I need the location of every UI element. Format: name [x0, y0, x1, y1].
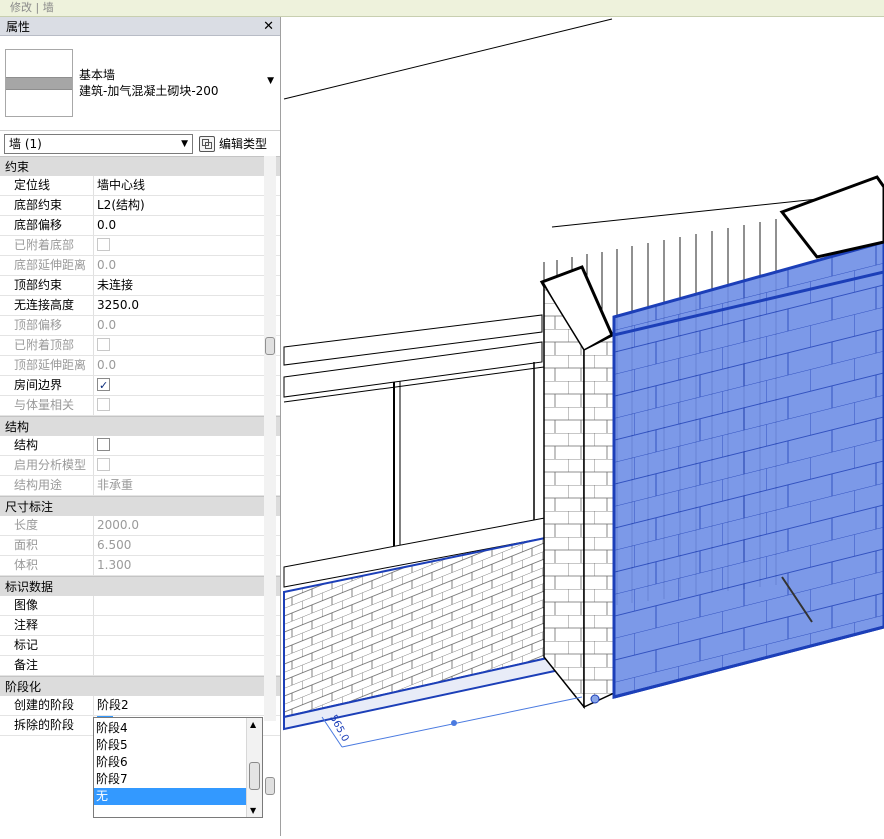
room-bounding-checkbox[interactable]: [97, 376, 110, 395]
prop-top-extension: 顶部延伸距离 0.0: [0, 356, 280, 376]
type-family: 基本墙: [79, 68, 116, 82]
3d-viewport[interactable]: 565.0: [282, 17, 884, 836]
group-identity[interactable]: 标识数据 ⌃: [0, 576, 280, 596]
close-icon[interactable]: ✕: [263, 19, 274, 34]
prop-base-constraint: 底部约束 L2(结构): [0, 196, 280, 216]
top-attached-checkbox: [97, 338, 110, 351]
panel-title: 属性: [6, 19, 31, 34]
prop-volume: 体积 1.300: [0, 556, 280, 576]
base-attached-checkbox: [97, 238, 110, 251]
dropdown-option-selected[interactable]: 无: [94, 788, 246, 805]
type-selector[interactable]: 基本墙 建筑-加气混凝土砌块-200 ▼: [0, 36, 280, 131]
group-constraints[interactable]: 约束 ⌃: [0, 156, 280, 176]
context-breadcrumb: 修改 | 墙: [0, 0, 884, 17]
prop-unconnected-height: 无连接高度 3250.0: [0, 296, 280, 316]
prop-image: 图像: [0, 596, 280, 616]
group-phasing[interactable]: 阶段化 ⌃: [0, 676, 280, 696]
dropdown-option[interactable]: 阶段6: [94, 754, 246, 771]
prop-room-bounding: 房间边界: [0, 376, 280, 396]
group-label: 阶段化: [5, 680, 42, 694]
prop-base-offset: 底部偏移 0.0: [0, 216, 280, 236]
prop-top-offset: 顶部偏移 0.0: [0, 316, 280, 336]
prop-related-mass: 与体量相关: [0, 396, 280, 416]
group-dimensions[interactable]: 尺寸标注 ⌃: [0, 496, 280, 516]
group-structure[interactable]: 结构 ⌃: [0, 416, 280, 436]
prop-area: 面积 6.500: [0, 536, 280, 556]
prop-analytical-model: 启用分析模型: [0, 456, 280, 476]
prop-mark: 标记: [0, 636, 280, 656]
prop-phase-created: 创建的阶段 阶段2: [0, 696, 280, 716]
type-name: 建筑-加气混凝土砌块-200: [79, 84, 219, 98]
instance-filter-select[interactable]: 墙 (1) ▼: [4, 133, 193, 154]
scroll-up-icon[interactable]: ▲: [250, 720, 256, 729]
group-label: 标识数据: [5, 580, 54, 594]
scroll-down-icon[interactable]: ▼: [250, 806, 256, 815]
chevron-down-icon[interactable]: ▼: [267, 76, 274, 86]
prop-location-line: 定位线 墙中心线: [0, 176, 280, 196]
dropdown-option[interactable]: 阶段5: [94, 737, 246, 754]
instance-filter-value: 墙 (1): [9, 137, 42, 151]
property-grid: 约束 ⌃ 定位线墙中心线 底部约束L2(结构) 底部偏移0.0 已附着底部 底部…: [0, 156, 280, 795]
prop-structural-usage: 结构用途 非承重: [0, 476, 280, 496]
prop-length: 长度 2000.0: [0, 516, 280, 536]
properties-panel: 属性 ✕ 基本墙 建筑-加气混凝土砌块-200 ▼ 墙 (1) ▼ 编辑类型 约…: [0, 17, 281, 836]
dropdown-scroll-thumb[interactable]: [249, 762, 260, 790]
scroll-thumb[interactable]: [265, 337, 275, 355]
prop-notes: 备注: [0, 656, 280, 676]
prop-top-constraint: 顶部约束 未连接: [0, 276, 280, 296]
prop-base-attached: 已附着底部: [0, 236, 280, 256]
scroll-thumb[interactable]: [265, 777, 275, 795]
dropdown-option[interactable]: 阶段7: [94, 771, 246, 788]
wall-3d-view[interactable]: 565.0: [282, 17, 884, 836]
properties-header: 属性 ✕: [0, 17, 280, 36]
group-label: 尺寸标注: [5, 500, 54, 514]
prop-comments: 注释: [0, 616, 280, 636]
wall-type-thumbnail: [5, 49, 73, 117]
prop-top-attached: 已附着顶部: [0, 336, 280, 356]
property-scrollbar[interactable]: [264, 156, 276, 795]
prop-base-extension: 底部延伸距离 0.0: [0, 256, 280, 276]
related-mass-checkbox: [97, 398, 110, 411]
edit-type-icon: [199, 135, 215, 152]
group-label: 结构: [5, 420, 30, 434]
structural-checkbox[interactable]: [97, 438, 110, 451]
edit-type-button[interactable]: 编辑类型: [199, 135, 267, 152]
phase-dropdown-list[interactable]: 阶段4 阶段5 阶段6 阶段7 无 ▲ ▼: [93, 717, 263, 818]
analytical-checkbox: [97, 458, 110, 471]
chevron-down-icon: ▼: [181, 138, 188, 149]
dimension-label[interactable]: 565.0: [327, 713, 350, 743]
edit-type-label: 编辑类型: [219, 137, 268, 151]
dropdown-option[interactable]: 阶段4: [94, 720, 246, 737]
group-label: 约束: [5, 160, 30, 174]
dropdown-scrollbar[interactable]: ▲ ▼: [246, 718, 262, 817]
prop-structural: 结构: [0, 436, 280, 456]
